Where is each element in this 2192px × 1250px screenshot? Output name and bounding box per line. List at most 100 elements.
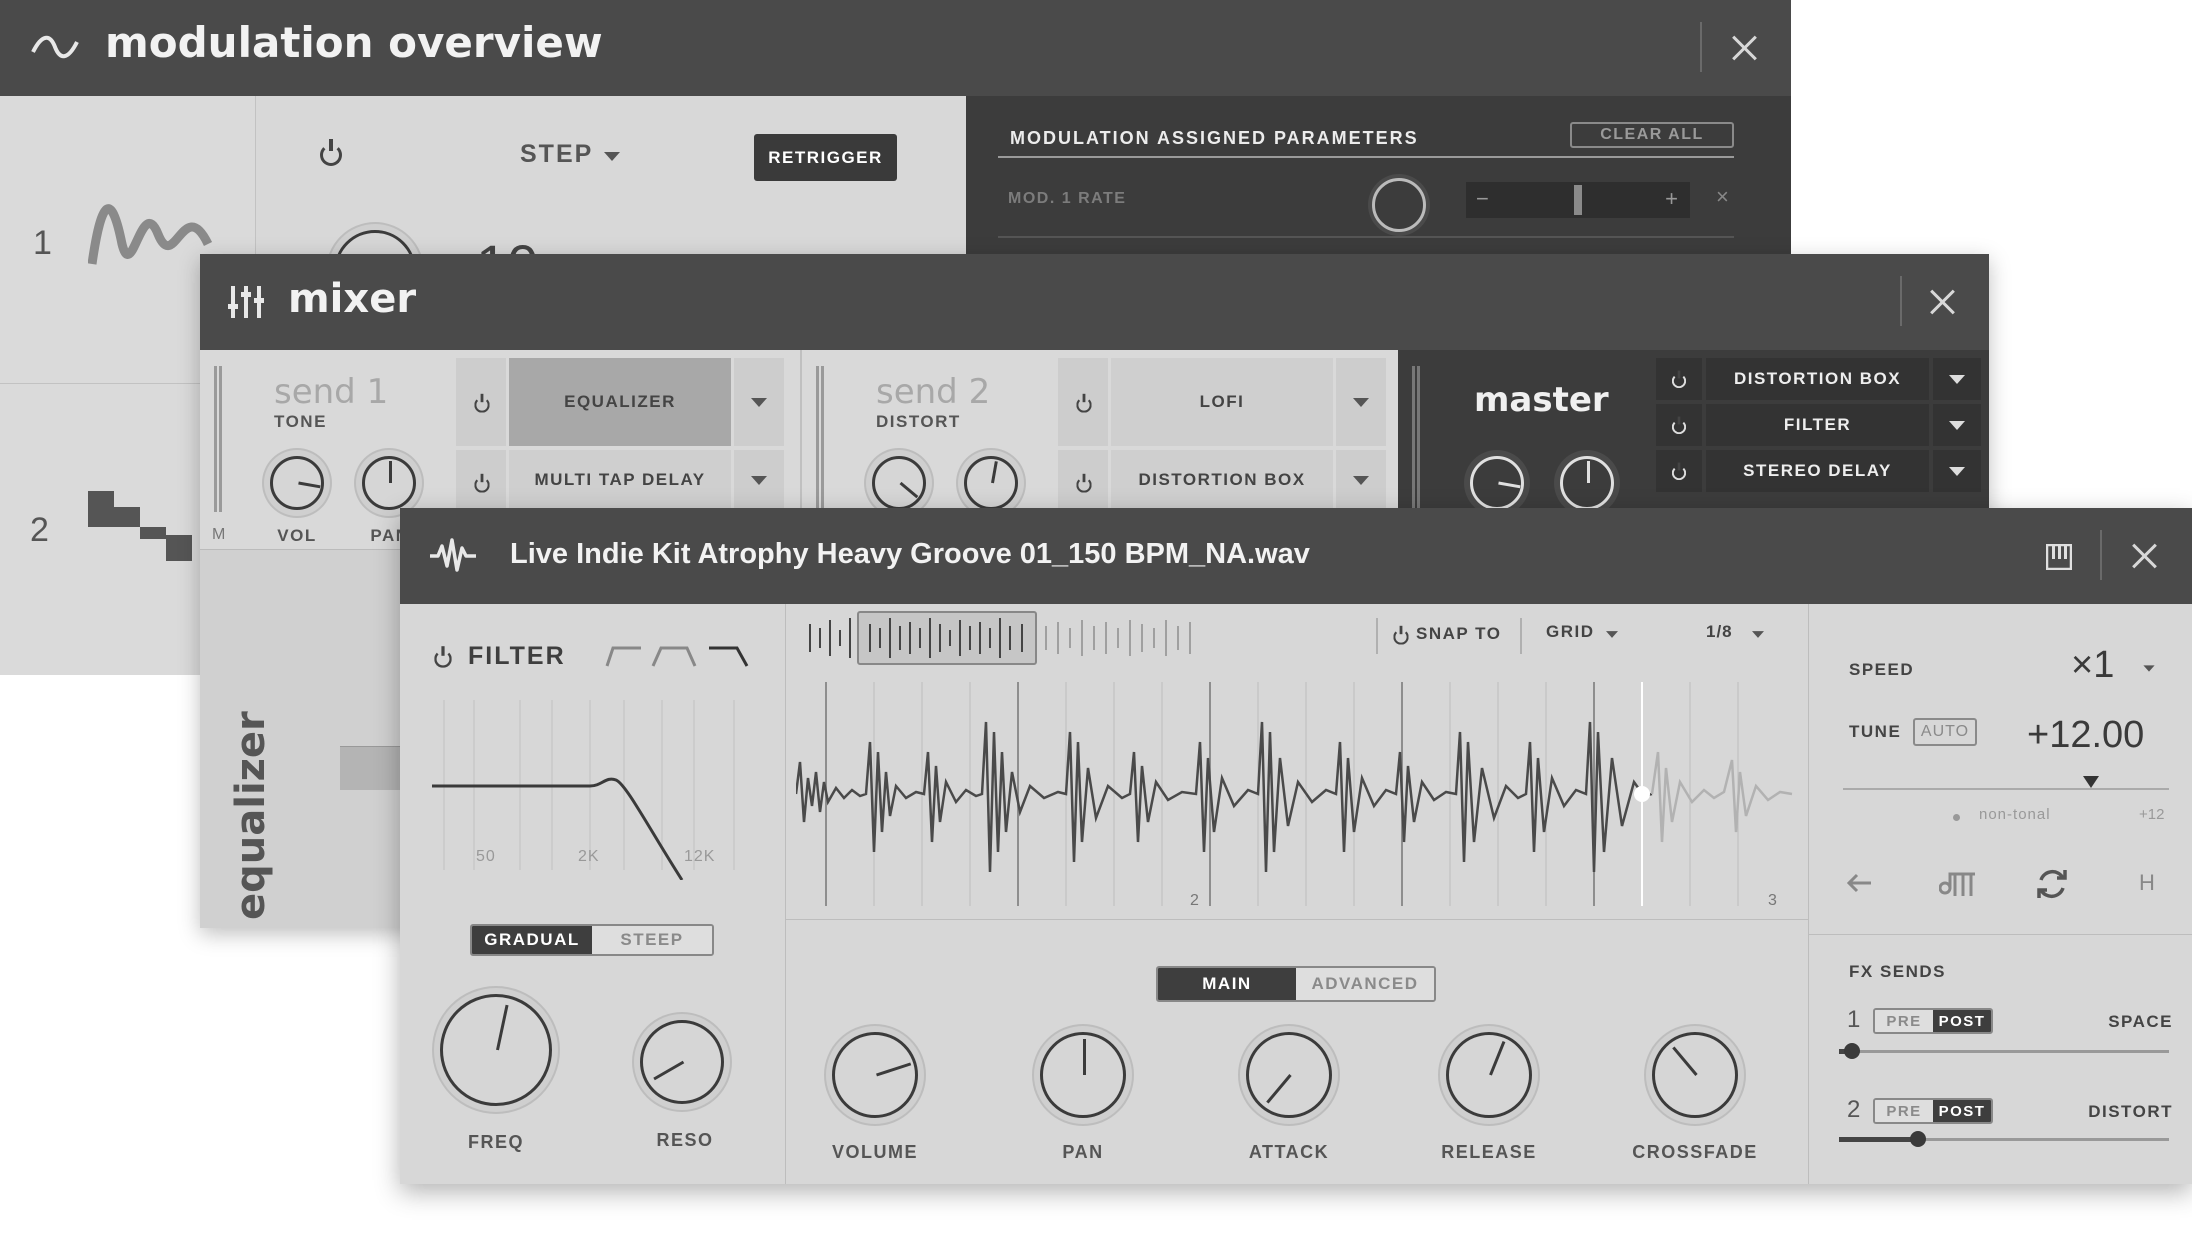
view-tabs[interactable]: MAIN ADVANCED [1156, 966, 1436, 1002]
mode-select[interactable]: STEP [520, 140, 593, 169]
snap-power-icon[interactable] [1393, 625, 1409, 645]
pan-knob[interactable] [964, 456, 1018, 510]
chevron-down-icon[interactable] [1606, 631, 1618, 638]
piano-keys-icon[interactable] [2046, 544, 2072, 570]
master-slot[interactable]: STEREO DELAY [1656, 450, 1981, 492]
retrigger-button[interactable]: RETRIGGER [754, 134, 897, 181]
master-slot[interactable]: FILTER [1656, 404, 1981, 446]
volume-knob[interactable] [832, 1032, 918, 1118]
slot-dropdown[interactable] [734, 450, 784, 510]
mute-button[interactable]: M [212, 526, 225, 544]
lane-number[interactable]: 2 [30, 511, 49, 550]
slot-equalizer[interactable]: EQUALIZER [509, 358, 731, 446]
modulation-titlebar: modulation overview [0, 0, 1791, 96]
tune-slider[interactable] [1843, 788, 2169, 790]
arrow-left-icon[interactable] [1845, 872, 1873, 894]
modulation-close-icon[interactable] [1728, 32, 1760, 64]
lane-number[interactable]: 1 [33, 224, 52, 263]
master-fader[interactable] [1412, 366, 1420, 512]
filter-type-icons[interactable] [605, 640, 755, 670]
waveform-section: SNAP TO GRID 1/8 2 3 [786, 604, 1808, 920]
sine-wave-icon [31, 35, 79, 59]
send-level-fill [1839, 1137, 1918, 1142]
crossfade-knob[interactable] [1652, 1032, 1738, 1118]
bar-marker: 2 [1190, 892, 1199, 909]
mixer-close-icon[interactable] [1926, 286, 1958, 318]
send-level-slider[interactable] [1839, 1050, 2169, 1053]
mixer-titlebar: mixer [200, 254, 1989, 350]
mixer-title: mixer [288, 276, 417, 322]
slot-power-icon[interactable] [456, 358, 506, 446]
step-lane-icon [88, 491, 192, 561]
waveform-icon [430, 538, 476, 572]
send-fader[interactable] [816, 366, 824, 512]
vol-knob[interactable] [872, 456, 926, 510]
filter-section: FILTER 50 2K 12K GRADUAL STEEP FREQ RESO [400, 604, 786, 1184]
mixer-sliders-icon [228, 286, 264, 318]
param-name: MOD. 1 RATE [1008, 190, 1127, 207]
slot-dropdown[interactable] [734, 358, 784, 446]
tab-main[interactable]: MAIN [1158, 968, 1296, 1000]
filter-label: FILTER [468, 642, 566, 670]
mod-power-icon[interactable] [320, 139, 342, 166]
tune-label: TUNE [1849, 722, 1902, 741]
mod-amount-knob[interactable] [1372, 178, 1426, 232]
slope-gradual[interactable]: GRADUAL [472, 926, 592, 954]
remove-param-icon[interactable]: × [1716, 184, 1729, 210]
bar-marker: 3 [1768, 892, 1777, 909]
slot-power-icon[interactable] [1058, 450, 1108, 510]
playback-icons: H [1839, 860, 2169, 910]
main-waveform[interactable] [796, 682, 1796, 912]
tune-value[interactable]: +12.00 [2027, 714, 2144, 757]
pre-post-toggle[interactable]: PRE POST [1873, 1008, 1993, 1034]
pre-post-toggle[interactable]: PRE POST [1873, 1098, 1993, 1124]
main-controls: MAIN ADVANCED VOLUME PAN ATTACK RELEASE … [786, 920, 1808, 1184]
master-pan-knob[interactable] [1560, 456, 1614, 510]
attack-knob[interactable] [1246, 1032, 1332, 1118]
slot-dropdown[interactable] [1336, 450, 1386, 510]
pan-knob[interactable] [362, 456, 416, 510]
tab-advanced[interactable]: ADVANCED [1296, 968, 1434, 1000]
slot-lofi[interactable]: LOFI [1111, 358, 1333, 446]
chevron-down-icon[interactable] [1752, 631, 1764, 638]
overview-waveform[interactable] [800, 610, 1360, 666]
freq-knob[interactable] [440, 994, 552, 1106]
snap-label: SNAP TO [1416, 624, 1502, 643]
sample-titlebar: Live Indie Kit Atrophy Heavy Groove 01_1… [400, 508, 2192, 604]
vol-knob[interactable] [270, 456, 324, 510]
slope-toggle[interactable]: GRADUAL STEEP [470, 924, 714, 956]
slot-power-icon[interactable] [1058, 358, 1108, 446]
slot-power-icon[interactable] [456, 450, 506, 510]
slot-distortion-box[interactable]: DISTORTION BOX [1111, 450, 1333, 510]
filter-power-icon[interactable] [434, 646, 452, 668]
reso-knob[interactable] [640, 1020, 724, 1104]
equalizer-area: equalizer [200, 549, 400, 928]
master-slot[interactable]: DISTORTION BOX [1656, 358, 1981, 400]
sample-close-icon[interactable] [2128, 540, 2160, 572]
send-level-handle[interactable] [1910, 1131, 1926, 1147]
assigned-header: MODULATION ASSIGNED PARAMETERS [1010, 128, 1419, 148]
grid-select[interactable]: GRID [1546, 622, 1595, 642]
release-knob[interactable] [1446, 1032, 1532, 1118]
fx-send-2: 2 PRE POST DISTORT [1839, 1092, 2179, 1152]
clear-all-button[interactable]: CLEAR ALL [1570, 122, 1734, 148]
h-icon[interactable]: H [2139, 870, 2155, 896]
chevron-down-icon[interactable] [604, 152, 620, 161]
auto-button[interactable]: AUTO [1913, 718, 1977, 746]
grid-value[interactable]: 1/8 [1706, 622, 1733, 642]
slot-multi-tap-delay[interactable]: MULTI TAP DELAY [509, 450, 731, 510]
slot-dropdown[interactable] [1336, 358, 1386, 446]
send-fader[interactable] [214, 366, 222, 512]
keys-icon[interactable] [1939, 870, 1977, 898]
fx-send-1: 1 PRE POST SPACE [1839, 1002, 2179, 1062]
pan-knob[interactable] [1040, 1032, 1126, 1118]
mod-depth-slider[interactable]: − + [1466, 182, 1690, 218]
speed-value[interactable]: ×1 [2071, 644, 2114, 687]
sample-editor-window: Live Indie Kit Atrophy Heavy Groove 01_1… [400, 508, 2192, 1184]
send-level-handle[interactable] [1844, 1043, 1860, 1059]
tune-pointer [2083, 776, 2099, 788]
chevron-down-icon[interactable] [2143, 665, 2155, 672]
master-vol-knob[interactable] [1470, 456, 1524, 510]
slope-steep[interactable]: STEEP [592, 926, 712, 954]
loop-icon[interactable] [2035, 866, 2069, 902]
